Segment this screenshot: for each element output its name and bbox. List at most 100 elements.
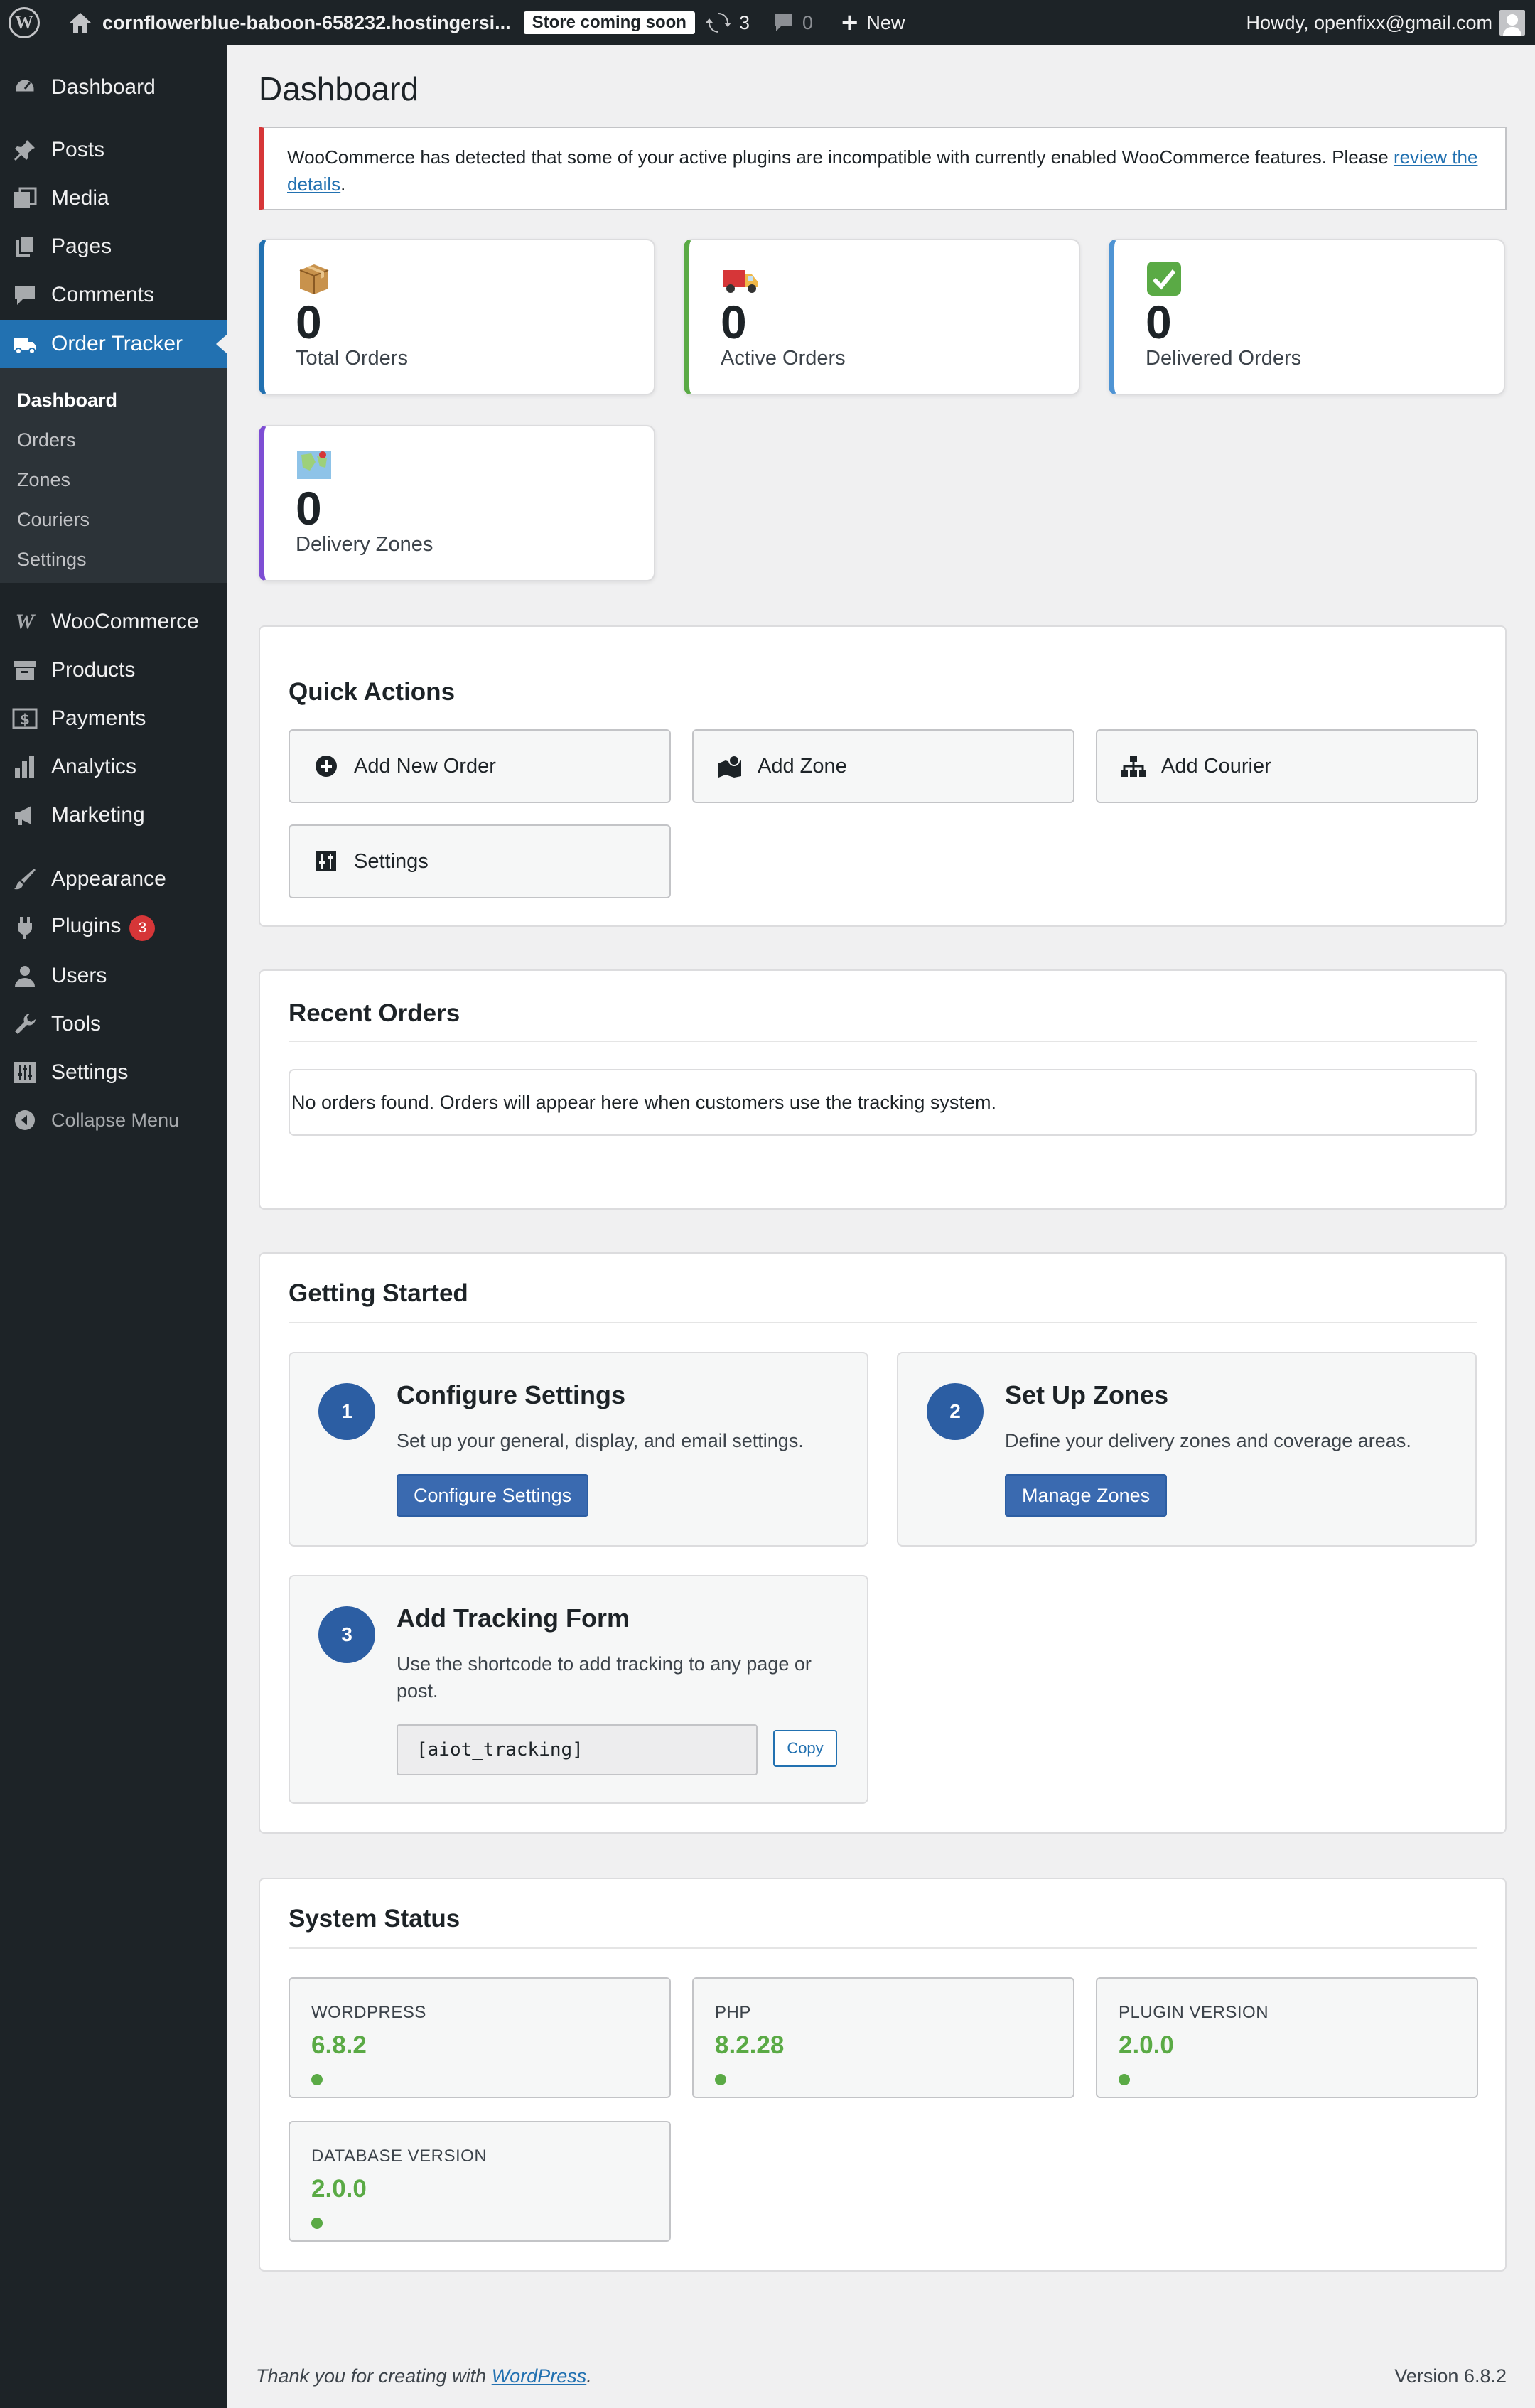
wordpress-link[interactable]: WordPress [492,2365,587,2387]
comments-count: 0 [802,11,814,33]
sidebar-item-tools[interactable]: Tools [0,1009,227,1039]
step-number: 1 [318,1383,375,1440]
site-name-link[interactable]: cornflowerblue-baboon-658232.hostingersi… [102,0,511,45]
dollar-icon: $ [11,705,38,732]
media-icon [11,185,38,212]
updates-link[interactable]: 3 [706,0,750,45]
comments-link[interactable]: 0 [772,0,813,45]
submenu-item-couriers[interactable]: Couriers [17,509,90,531]
brush-icon [11,866,38,893]
comment-icon [11,281,38,308]
truck-icon [11,330,38,358]
quick-actions-title: Quick Actions [289,678,456,706]
plus-icon: + [841,7,858,38]
stat-card-active-orders: 0 Active Orders [684,239,1080,395]
status-value: 6.8.2 [311,2031,367,2059]
sidebar-item-media[interactable]: Media [0,183,227,213]
sliders-icon [11,1059,38,1086]
sidebar-item-appearance[interactable]: Appearance [0,864,227,894]
add-zone-button[interactable]: Add Zone [692,729,1074,803]
svg-text:$: $ [20,711,30,728]
avatar[interactable] [1499,10,1525,36]
stat-card-delivered-orders: 0 Delivered Orders [1109,239,1505,395]
sidebar-item-marketing[interactable]: Marketing [0,800,227,830]
sidebar-item-posts[interactable]: Posts [0,135,227,165]
recent-orders-title: Recent Orders [289,999,460,1027]
plug-icon [11,914,38,941]
status-ok-dot [311,2218,323,2229]
sidebar-item-comments[interactable]: Comments [0,280,227,310]
sidebar-item-payments[interactable]: $ Payments [0,704,227,733]
user-icon [11,962,38,989]
admin-bar: W cornflowerblue-baboon-658232.hostinger… [0,0,1535,45]
sidebar-item-plugins[interactable]: Plugins 3 [0,913,227,942]
archive-icon [11,657,38,684]
status-value: 8.2.28 [715,2031,785,2059]
step-number: 2 [927,1383,984,1440]
footer-version: Version 6.8.2 [1394,2365,1507,2387]
pages-icon [11,233,38,260]
sidebar-item-woocommerce[interactable]: W WooCommerce [0,607,227,637]
step-card-configure-settings: 1 Configure Settings Set up your general… [289,1352,868,1547]
delivered-orders-label: Delivered Orders [1146,347,1302,370]
total-orders-label: Total Orders [296,347,408,370]
step-description: Define your delivery zones and coverage … [1005,1430,1411,1451]
sidebar-item-analytics[interactable]: Analytics [0,752,227,782]
quick-settings-button[interactable]: Settings [289,824,671,898]
status-card-php: PHP 8.2.28 [692,1977,1074,2098]
new-content-link[interactable]: + New [841,0,905,45]
woo-icon: W [15,610,35,633]
total-orders-value: 0 [296,296,322,348]
copy-shortcode-button[interactable]: Copy [773,1730,837,1767]
shortcode-field[interactable]: [aiot_tracking] [397,1724,758,1775]
notice-text: WooCommerce has detected that some of yo… [287,146,1389,168]
step-number: 3 [318,1606,375,1663]
step-card-add-tracking-form: 3 Add Tracking Form Use the shortcode to… [289,1575,868,1804]
home-icon[interactable] [68,0,92,45]
network-icon [1120,753,1147,780]
comment-bubble-icon [775,14,792,31]
status-ok-dot [715,2074,726,2085]
sidebar-item-order-tracker[interactable]: Order Tracker [0,320,227,368]
submenu-item-orders[interactable]: Orders [17,429,76,451]
status-label: PLUGIN VERSION [1119,2003,1269,2022]
incompatible-plugins-notice: WooCommerce has detected that some of yo… [259,127,1507,210]
submenu-item-settings[interactable]: Settings [17,549,87,571]
sidebar-item-users[interactable]: Users [0,961,227,991]
wrench-icon [11,1011,38,1038]
sidebar-item-products[interactable]: Products [0,655,227,685]
step-title: Set Up Zones [1005,1380,1169,1409]
plugins-update-badge: 3 [129,915,156,941]
active-orders-value: 0 [721,296,747,348]
system-status-title: System Status [289,1905,460,1933]
status-value: 2.0.0 [311,2175,367,2203]
stat-card-total-orders: 0 Total Orders [259,239,655,395]
delivery-truck-icon [721,260,758,297]
status-card-plugin-version: PLUGIN VERSION 2.0.0 [1096,1977,1478,2098]
wordpress-logo-icon[interactable]: W [0,0,40,45]
new-label: New [866,11,905,33]
manage-zones-button[interactable]: Manage Zones [1005,1474,1168,1517]
recent-orders-panel: Recent Orders No orders found. Orders wi… [259,969,1507,1210]
submenu-item-dashboard[interactable]: Dashboard [17,389,117,412]
sidebar-item-settings[interactable]: Settings [0,1058,227,1087]
collapse-menu-button[interactable]: Collapse Menu [0,1106,227,1134]
status-card-database-version: DATABASE VERSION 2.0.0 [289,2121,671,2242]
sidebar-item-pages[interactable]: Pages [0,232,227,262]
order-tracker-submenu: Dashboard Orders Zones Couriers Settings [0,368,227,583]
delivered-orders-value: 0 [1146,296,1172,348]
configure-settings-button[interactable]: Configure Settings [397,1474,589,1517]
quick-actions-panel: Quick Actions Add New Order Add Zone Add… [259,625,1507,927]
add-new-order-button[interactable]: Add New Order [289,729,671,803]
status-card-wordpress: WORDPRESS 6.8.2 [289,1977,671,2098]
step-description: Use the shortcode to add tracking to any… [397,1653,812,1702]
store-coming-soon-badge[interactable]: Store coming soon [523,11,695,34]
add-courier-button[interactable]: Add Courier [1096,729,1478,803]
sidebar-item-dashboard[interactable]: Dashboard [0,72,227,102]
account-menu[interactable]: Howdy, openfixx@gmail.com [1246,0,1492,45]
step-title: Add Tracking Form [397,1603,630,1633]
status-value: 2.0.0 [1119,2031,1174,2059]
submenu-item-zones[interactable]: Zones [17,469,70,491]
updates-count: 3 [738,11,750,33]
pushpin-icon [11,136,38,163]
